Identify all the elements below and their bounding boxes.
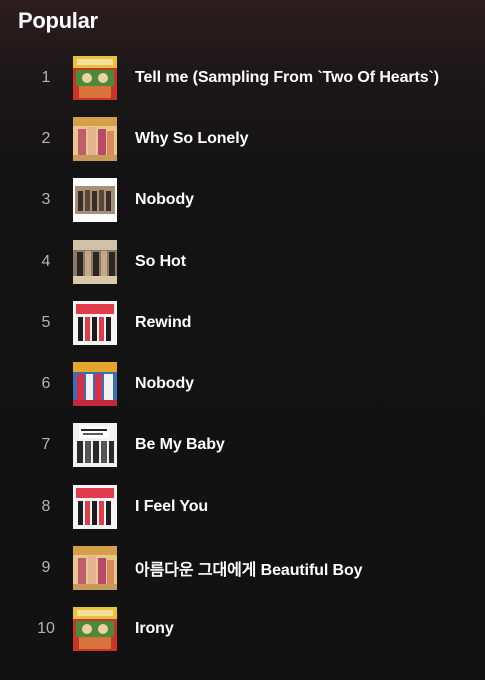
track-row[interactable]: 5 Rewind xyxy=(0,292,485,353)
track-title[interactable]: I Feel You xyxy=(135,498,208,516)
track-number: 7 xyxy=(41,436,51,454)
track-row[interactable]: 10 Irony xyxy=(0,599,485,660)
album-cover[interactable] xyxy=(73,300,117,345)
album-cover[interactable] xyxy=(73,116,117,161)
track-number: 3 xyxy=(41,191,51,209)
album-cover[interactable] xyxy=(73,239,117,284)
track-row[interactable]: 6 Nobody xyxy=(0,353,485,414)
track-row[interactable]: 3 Nobody xyxy=(0,170,485,231)
track-title[interactable]: Nobody xyxy=(135,191,194,209)
track-row[interactable]: 8 I Feel You xyxy=(0,476,485,537)
track-title[interactable]: Irony xyxy=(135,620,174,638)
track-row[interactable]: 4 So Hot xyxy=(0,231,485,292)
section-title: Popular xyxy=(18,8,98,33)
track-title[interactable]: 아름다운 그대에게 Beautiful Boy xyxy=(135,556,363,580)
album-cover[interactable] xyxy=(73,178,117,223)
track-number: 9 xyxy=(41,559,51,577)
track-row[interactable]: 7 Be My Baby xyxy=(0,415,485,476)
track-number: 8 xyxy=(41,497,51,515)
track-row[interactable]: 9 아름다운 그대에게 Beautiful Boy xyxy=(0,537,485,598)
album-cover[interactable] xyxy=(73,546,117,591)
album-cover[interactable] xyxy=(73,607,117,652)
track-list: 1 Tell me (Sampling From `Two Of Hearts`… xyxy=(0,47,485,660)
album-cover[interactable] xyxy=(73,55,117,100)
track-number: 10 xyxy=(37,620,55,638)
album-cover[interactable] xyxy=(73,423,117,468)
track-number: 4 xyxy=(41,252,51,270)
album-cover[interactable] xyxy=(73,484,117,529)
track-title[interactable]: Tell me (Sampling From `Two Of Hearts`) xyxy=(135,69,439,87)
track-number: 1 xyxy=(41,68,51,86)
track-title[interactable]: So Hot xyxy=(135,253,186,271)
track-row[interactable]: 1 Tell me (Sampling From `Two Of Hearts`… xyxy=(0,47,485,108)
track-title[interactable]: Rewind xyxy=(135,314,191,332)
track-number: 2 xyxy=(41,129,51,147)
track-title[interactable]: Nobody xyxy=(135,375,194,393)
track-number: 5 xyxy=(41,313,51,331)
track-title[interactable]: Why So Lonely xyxy=(135,130,248,148)
track-number: 6 xyxy=(41,375,51,393)
track-title[interactable]: Be My Baby xyxy=(135,436,225,454)
track-row[interactable]: 2 Why So Lonely xyxy=(0,108,485,169)
album-cover[interactable] xyxy=(73,362,117,407)
